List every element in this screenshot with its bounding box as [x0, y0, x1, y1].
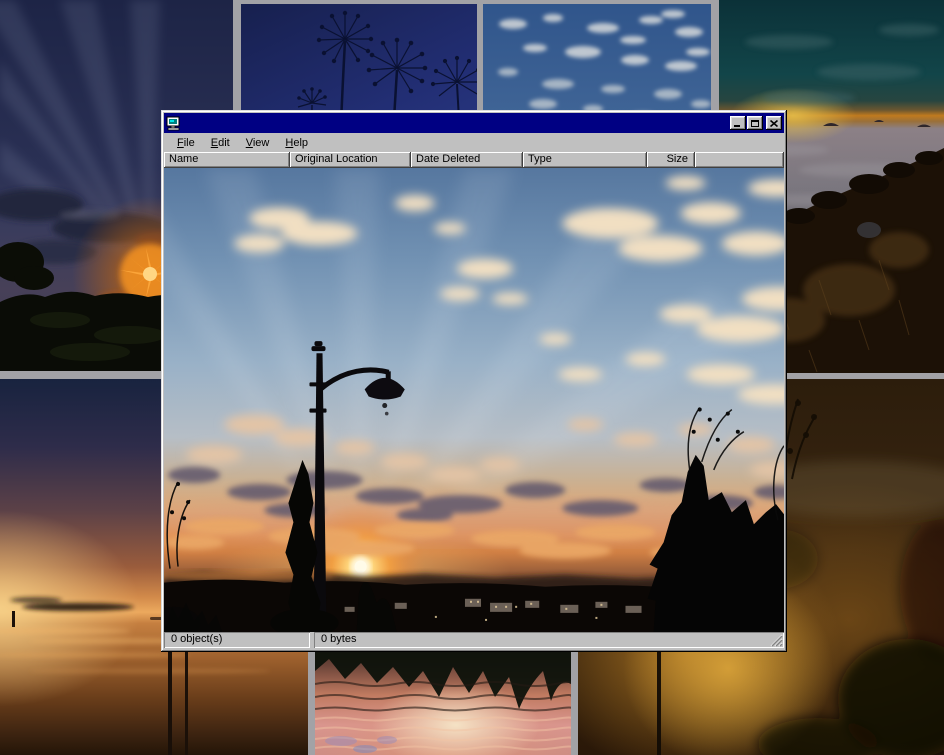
maximize-icon: [751, 120, 759, 127]
sunset-lamp-photo: [164, 168, 784, 632]
resize-grip[interactable]: [770, 634, 783, 647]
column-header-size[interactable]: Size: [647, 152, 695, 168]
computer-icon[interactable]: [166, 116, 182, 131]
column-header-row: Name Original Location Date Deleted Type…: [164, 152, 784, 168]
menu-help[interactable]: Help: [279, 135, 314, 151]
minimize-icon: [734, 125, 740, 127]
menu-view[interactable]: View: [240, 135, 276, 151]
close-button[interactable]: [766, 116, 782, 130]
status-bar: 0 object(s) 0 bytes: [164, 632, 784, 648]
title-bar[interactable]: [164, 113, 784, 133]
file-list-view[interactable]: [164, 168, 784, 632]
status-bytes-text: 0 bytes: [321, 633, 356, 645]
column-header-date-deleted[interactable]: Date Deleted: [411, 152, 523, 168]
menu-file[interactable]: File: [171, 135, 201, 151]
menu-bar: File Edit View Help: [164, 133, 784, 152]
minimize-button[interactable]: [730, 116, 746, 130]
menu-edit[interactable]: Edit: [205, 135, 236, 151]
column-header-type[interactable]: Type: [523, 152, 647, 168]
maximize-button[interactable]: [747, 116, 763, 130]
close-icon: [770, 120, 778, 127]
column-header-blank[interactable]: [695, 152, 784, 168]
column-header-original-location[interactable]: Original Location: [290, 152, 411, 168]
status-bytes: 0 bytes: [314, 632, 784, 648]
explorer-window: File Edit View Help Name Original Locati…: [161, 110, 787, 652]
desktop: File Edit View Help Name Original Locati…: [0, 0, 944, 755]
column-header-name[interactable]: Name: [164, 152, 290, 168]
status-objects: 0 object(s): [164, 632, 310, 648]
